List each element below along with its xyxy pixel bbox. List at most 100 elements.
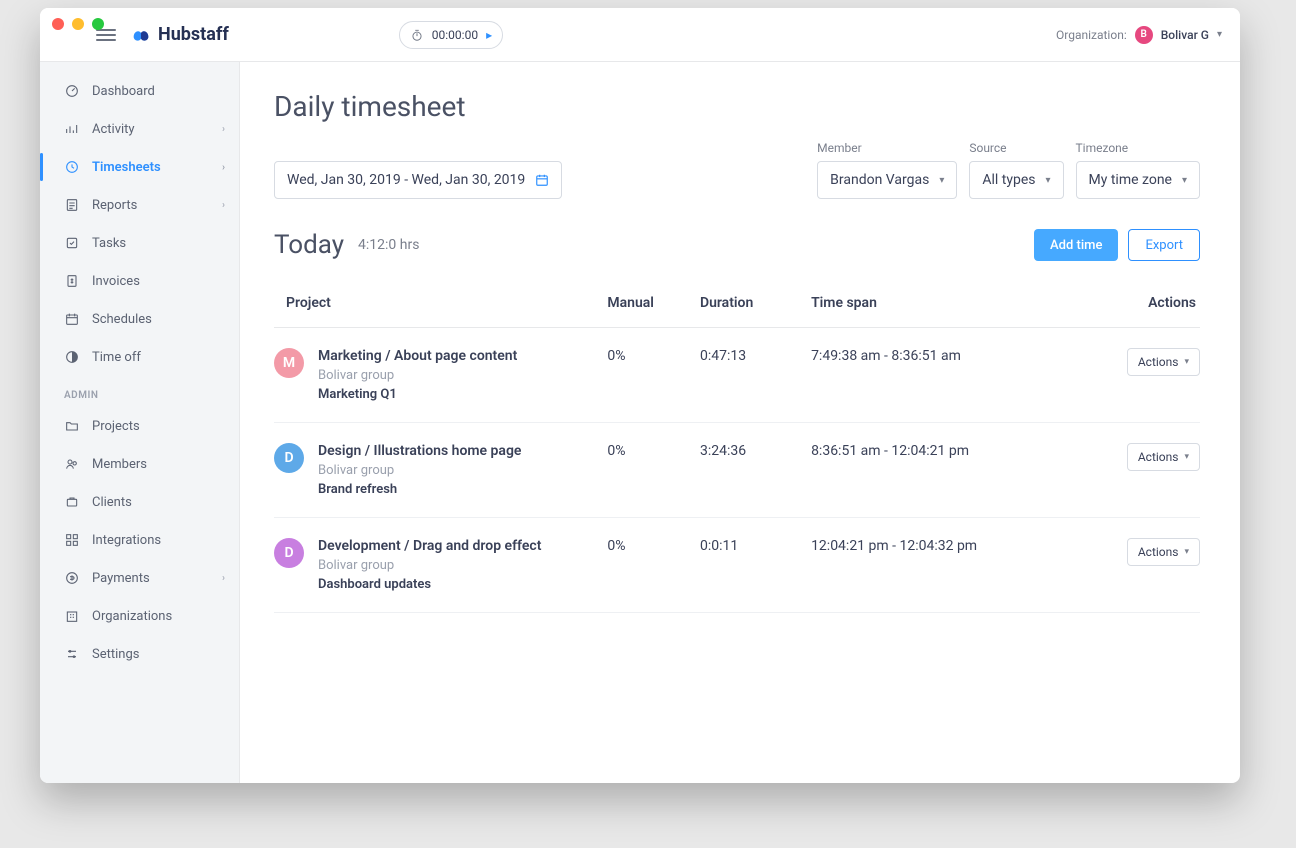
sidebar-item-time-off[interactable]: Time off xyxy=(40,338,239,376)
org-avatar: B xyxy=(1135,26,1153,44)
timesheet-table: Project Manual Duration Time span Action… xyxy=(274,295,1200,613)
sidebar-item-label: Members xyxy=(92,457,147,472)
sidebar-item-activity[interactable]: Activity› xyxy=(40,110,239,148)
sidebar-item-label: Time off xyxy=(92,350,141,365)
table-row: DDesign / Illustrations home pageBolivar… xyxy=(274,423,1200,518)
chevron-down-icon: ▾ xyxy=(1182,175,1187,186)
cell-manual: 0% xyxy=(607,518,700,613)
table-row: MMarketing / About page contentBolivar g… xyxy=(274,328,1200,423)
main-content: Daily timesheet Wed, Jan 30, 2019 - Wed,… xyxy=(240,62,1240,783)
sidebar-item-tasks[interactable]: Tasks xyxy=(40,224,239,262)
source-filter-select[interactable]: All types ▾ xyxy=(969,161,1063,199)
sidebar-item-payments[interactable]: Payments› xyxy=(40,559,239,597)
sidebar-item-projects[interactable]: Projects xyxy=(40,407,239,445)
sidebar-item-reports[interactable]: Reports › xyxy=(40,186,239,224)
cell-duration: 0:47:13 xyxy=(700,328,811,423)
cell-timespan: 12:04:21 pm - 12:04:32 pm xyxy=(811,518,1089,613)
cell-timespan: 8:36:51 am - 12:04:21 pm xyxy=(811,423,1089,518)
sidebar-item-label: Tasks xyxy=(92,236,126,251)
project-task: Dashboard updates xyxy=(318,577,541,592)
timezone-filter-select[interactable]: My time zone ▾ xyxy=(1076,161,1200,199)
sidebar-item-integrations[interactable]: Integrations xyxy=(40,521,239,559)
chevron-down-icon: ▾ xyxy=(1184,547,1189,557)
sidebar-item-settings[interactable]: Settings xyxy=(40,635,239,673)
project-org: Bolivar group xyxy=(318,463,521,478)
sidebar: DashboardActivity›Timesheets›Reports›Tas… xyxy=(40,62,240,783)
hubstaff-logo-icon xyxy=(130,24,152,46)
sidebar-item-label: Integrations xyxy=(92,533,161,548)
org-switcher[interactable]: Organization: B Bolivar G ▾ xyxy=(1056,26,1222,44)
today-summary-row: Today 4:12:0 hrs Add time Export xyxy=(274,229,1200,261)
row-actions-button[interactable]: Actions▾ xyxy=(1127,348,1200,376)
chevron-right-icon: › xyxy=(222,124,225,135)
member-filter-select[interactable]: Brandon Vargas ▾ xyxy=(817,161,957,199)
stopwatch-icon xyxy=(410,28,424,42)
chevron-right-icon: › xyxy=(222,573,225,584)
org-label: Organization: xyxy=(1056,28,1127,42)
chevron-down-icon: ▾ xyxy=(1184,452,1189,462)
activity-icon xyxy=(64,121,80,137)
sidebar-item-organizations[interactable]: Organizations xyxy=(40,597,239,635)
row-actions-button[interactable]: Actions▾ xyxy=(1127,538,1200,566)
row-actions-button[interactable]: Actions▾ xyxy=(1127,443,1200,471)
sidebar-item-members[interactable]: Members xyxy=(40,445,239,483)
dashboard-icon xyxy=(64,83,80,99)
cell-manual: 0% xyxy=(607,423,700,518)
add-time-button[interactable]: Add time xyxy=(1034,229,1118,261)
date-range-picker[interactable]: Wed, Jan 30, 2019 - Wed, Jan 30, 2019 xyxy=(274,161,562,199)
today-title: Today xyxy=(274,230,344,260)
timesheets-icon xyxy=(64,159,80,175)
clients-icon xyxy=(64,494,80,510)
project-name: Marketing / About page content xyxy=(318,348,517,364)
controls-row: Wed, Jan 30, 2019 - Wed, Jan 30, 2019 Me… xyxy=(274,141,1200,199)
sidebar-item-dashboard[interactable]: Dashboard xyxy=(40,72,239,110)
export-button[interactable]: Export xyxy=(1128,229,1200,261)
source-filter-value: All types xyxy=(982,172,1035,188)
col-duration: Duration xyxy=(700,295,811,328)
project-name: Development / Drag and drop effect xyxy=(318,538,541,554)
cell-timespan: 7:49:38 am - 8:36:51 am xyxy=(811,328,1089,423)
projects-icon xyxy=(64,418,80,434)
timer-widget[interactable]: 00:00:00 ▸ xyxy=(399,21,503,49)
date-range-value: Wed, Jan 30, 2019 - Wed, Jan 30, 2019 xyxy=(287,172,525,188)
project-avatar: D xyxy=(274,538,304,568)
chevron-down-icon: ▾ xyxy=(1045,175,1050,186)
chevron-right-icon: › xyxy=(222,200,225,211)
close-window-icon[interactable] xyxy=(52,18,64,30)
sidebar-item-label: Settings xyxy=(92,647,139,662)
brand-logo[interactable]: Hubstaff xyxy=(130,24,229,46)
sidebar-item-label: Invoices xyxy=(92,274,140,289)
invoices-icon xyxy=(64,273,80,289)
today-total: 4:12:0 hrs xyxy=(358,237,419,253)
sidebar-item-invoices[interactable]: Invoices xyxy=(40,262,239,300)
org-name: Bolivar G xyxy=(1161,28,1209,42)
project-avatar: M xyxy=(274,348,304,378)
sidebar-item-label: Clients xyxy=(92,495,132,510)
sidebar-item-label: Reports xyxy=(92,198,137,213)
timezone-filter-value: My time zone xyxy=(1089,172,1172,188)
page-title: Daily timesheet xyxy=(274,90,1200,123)
integrations-icon xyxy=(64,532,80,548)
project-task: Marketing Q1 xyxy=(318,387,517,402)
sidebar-item-label: Timesheets xyxy=(92,160,161,175)
project-avatar: D xyxy=(274,443,304,473)
sidebar-item-label: Organizations xyxy=(92,609,172,624)
maximize-window-icon[interactable] xyxy=(92,18,104,30)
member-filter-label: Member xyxy=(817,141,957,155)
sidebar-item-clients[interactable]: Clients xyxy=(40,483,239,521)
col-actions: Actions xyxy=(1089,295,1200,328)
topbar: Hubstaff 00:00:00 ▸ Organization: B Boli… xyxy=(40,8,1240,62)
reports-icon xyxy=(64,197,80,213)
brand-name: Hubstaff xyxy=(158,24,229,45)
organizations-icon xyxy=(64,608,80,624)
sidebar-item-label: Projects xyxy=(92,419,140,434)
app-window: Hubstaff 00:00:00 ▸ Organization: B Boli… xyxy=(40,8,1240,783)
sidebar-item-timesheets[interactable]: Timesheets› xyxy=(40,148,239,186)
members-icon xyxy=(64,456,80,472)
settings-icon xyxy=(64,646,80,662)
time-off-icon xyxy=(64,349,80,365)
window-controls xyxy=(52,18,104,30)
sidebar-item-schedules[interactable]: Schedules xyxy=(40,300,239,338)
cell-duration: 0:0:11 xyxy=(700,518,811,613)
minimize-window-icon[interactable] xyxy=(72,18,84,30)
